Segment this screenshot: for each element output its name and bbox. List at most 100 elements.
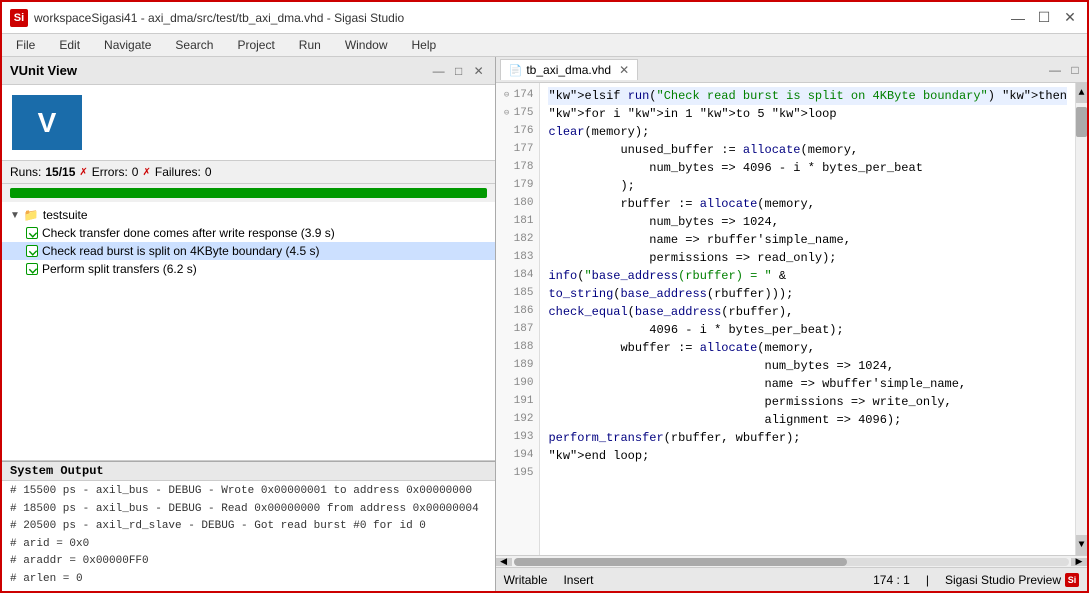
sys-line-3: # arid = 0x0 [10,536,487,554]
editor-scrollbar-h[interactable]: ◀ ▶ [496,555,1087,567]
menu-window[interactable]: Window [339,36,394,54]
editor-tab-vhd[interactable]: 📄 tb_axi_dma.vhd ✕ [500,59,639,80]
menu-help[interactable]: Help [406,36,443,54]
h-scroll-track[interactable] [514,558,1069,566]
file-icon: 📄 [509,64,523,77]
menu-edit[interactable]: Edit [53,36,86,54]
vunit-logo: V [12,95,82,150]
line-number-176: 176 [502,123,534,141]
editor-maximize-button[interactable]: □ [1067,62,1083,78]
code-line-194[interactable]: "kw">end loop; [548,447,1067,465]
separator: | [926,573,929,587]
code-line-182[interactable]: name => rbuffer'simple_name, [548,231,1067,249]
line-number-182: 182 [502,231,534,249]
menu-project[interactable]: Project [231,36,280,54]
sigasi-status-icon: Si [1065,573,1079,587]
code-line-180[interactable]: rbuffer := allocate(memory, [548,195,1067,213]
line-number-188: 188 [502,339,534,357]
sys-line-6: # arsize = 4 [10,589,487,591]
code-line-191[interactable]: permissions => write_only, [548,393,1067,411]
line-number-178: 178 [502,159,534,177]
code-line-178[interactable]: num_bytes => 4096 - i * bytes_per_beat [548,159,1067,177]
h-scroll-thumb[interactable] [514,558,847,566]
restore-button[interactable]: ☐ [1035,9,1053,27]
sys-line-5: # arlen = 0 [10,571,487,589]
tree-root-label: testsuite [43,208,88,222]
errors-label: Errors: [92,165,128,179]
menu-navigate[interactable]: Navigate [98,36,157,54]
editor-minimize-button[interactable]: — [1047,62,1063,78]
preview-label: Sigasi Studio Preview [945,573,1061,587]
menu-run[interactable]: Run [293,36,327,54]
scroll-down-button[interactable]: ▼ [1076,535,1087,555]
tree-item-label-0: Check transfer done comes after write re… [42,226,335,240]
code-line-185[interactable]: to_string(base_address(rbuffer))); [548,285,1067,303]
line-number-184: 184 [502,267,534,285]
code-line-195[interactable] [548,465,1067,483]
minimize-button[interactable]: — [1009,9,1027,27]
code-content[interactable]: "kw">elsif run("Check read burst is spli… [540,83,1075,555]
scroll-track[interactable] [1076,103,1087,535]
minimize-panel-button[interactable]: — [431,63,447,79]
menu-search[interactable]: Search [169,36,219,54]
window-controls: — ☐ ✕ [1009,9,1079,27]
title-bar: Si workspaceSigasi41 - axi_dma/src/test/… [2,2,1087,34]
tab-close-icon[interactable]: ✕ [619,63,629,77]
code-line-184[interactable]: info("base_address(rbuffer) = " & [548,267,1067,285]
fold-icon-175[interactable]: ⊖ [502,109,512,119]
scroll-left-button[interactable]: ◀ [496,558,512,566]
tree-item-2[interactable]: Perform split transfers (6.2 s) [2,260,495,278]
code-line-192[interactable]: alignment => 4096); [548,411,1067,429]
code-line-174[interactable]: "kw">elsif run("Check read burst is spli… [548,87,1067,105]
editor-scrollbar-v[interactable]: ▲ ▼ [1075,83,1087,555]
close-button[interactable]: ✕ [1061,9,1079,27]
code-line-190[interactable]: name => wbuffer'simple_name, [548,375,1067,393]
fold-icon-174[interactable]: ⊖ [502,91,512,101]
scroll-right-button[interactable]: ▶ [1071,558,1087,566]
sigasi-preview: Sigasi Studio Preview Si [945,573,1079,587]
test-tree[interactable]: ▼ 📁 testsuite Check transfer done comes … [2,202,495,461]
code-line-187[interactable]: 4096 - i * bytes_per_beat); [548,321,1067,339]
line-number-185: 185 [502,285,534,303]
code-line-179[interactable]: ); [548,177,1067,195]
line-number-174: ⊖174 [502,87,534,105]
vunit-title-row: VUnit View [10,63,77,78]
code-line-193[interactable]: perform_transfer(rbuffer, wbuffer); [548,429,1067,447]
code-line-186[interactable]: check_equal(base_address(rbuffer), [548,303,1067,321]
editor-tab-controls: — □ [1047,62,1083,78]
line-number-191: 191 [502,393,534,411]
status-right: 174 : 1 | Sigasi Studio Preview Si [873,573,1079,587]
code-line-183[interactable]: permissions => read_only); [548,249,1067,267]
system-output-header: System Output [2,462,495,481]
editor-area[interactable]: ⊖174⊖17517617717817918018118218318418518… [496,83,1087,555]
line-number-195: 195 [502,465,534,483]
tree-item-1[interactable]: Check read burst is split on 4KByte boun… [2,242,495,260]
insert-status: Insert [563,573,593,587]
runs-value: 15/15 [45,165,75,179]
code-line-176[interactable]: clear(memory); [548,123,1067,141]
menu-file[interactable]: File [10,36,41,54]
left-panel: VUnit View — □ ✕ V Runs: 15/15 ✗ Errors: [2,57,496,591]
line-number-189: 189 [502,357,534,375]
maximize-panel-button[interactable]: □ [451,63,467,79]
code-line-181[interactable]: num_bytes => 1024, [548,213,1067,231]
close-panel-button[interactable]: ✕ [471,63,487,79]
vunit-logo-area: V [2,85,495,161]
line-number-181: 181 [502,213,534,231]
errors-icon: ✗ [79,167,87,178]
sys-line-0: # 15500 ps - axil_bus - DEBUG - Wrote 0x… [10,483,487,501]
failures-value: 0 [205,165,212,179]
code-line-177[interactable]: unused_buffer := allocate(memory, [548,141,1067,159]
tree-item-0[interactable]: Check transfer done comes after write re… [2,224,495,242]
tree-item-label-1: Check read burst is split on 4KByte boun… [42,244,319,258]
scroll-thumb[interactable] [1076,107,1087,137]
code-line-188[interactable]: wbuffer := allocate(memory, [548,339,1067,357]
editor-tab-bar: 📄 tb_axi_dma.vhd ✕ — □ [496,57,1087,83]
code-line-189[interactable]: num_bytes => 1024, [548,357,1067,375]
tree-root[interactable]: ▼ 📁 testsuite [2,206,495,224]
code-line-175[interactable]: "kw">for i "kw">in 1 "kw">to 5 "kw">loop [548,105,1067,123]
cursor-position: 174 : 1 [873,573,910,587]
window-title: workspaceSigasi41 - axi_dma/src/test/tb_… [34,11,404,25]
scroll-up-button[interactable]: ▲ [1076,83,1087,103]
vunit-panel-header: VUnit View — □ ✕ [2,57,495,85]
